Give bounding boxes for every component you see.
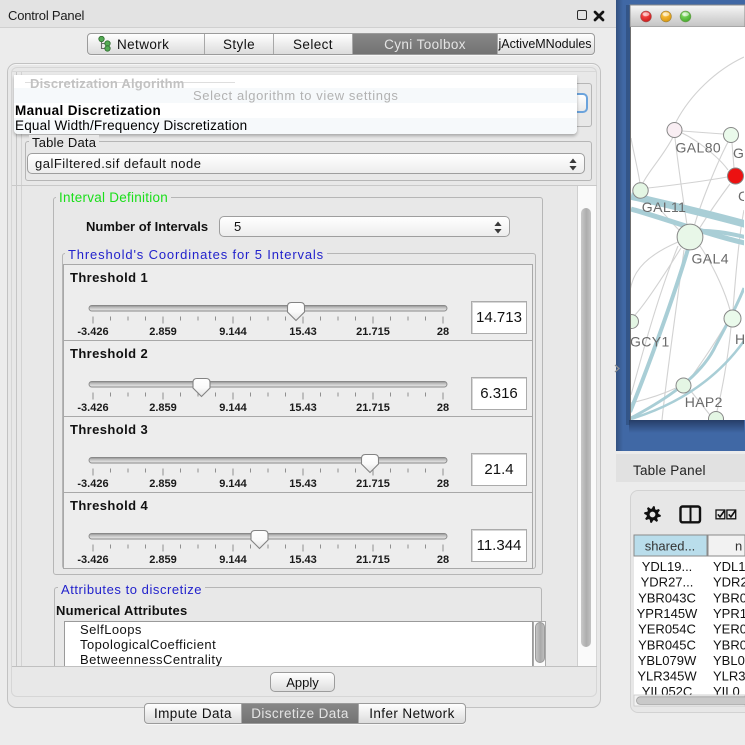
svg-text:21.715: 21.715 (356, 478, 390, 490)
svg-text:21.715: 21.715 (356, 402, 390, 414)
svg-text:15.43: 15.43 (289, 326, 317, 338)
svg-text:YPR1: YPR1 (713, 606, 745, 621)
svg-text:9.144: 9.144 (219, 478, 247, 490)
svg-text:2.859: 2.859 (149, 554, 177, 566)
svg-text:YBL079W: YBL079W (638, 653, 697, 668)
svg-text:GAL4: GAL4 (692, 251, 729, 267)
svg-text:H: H (735, 331, 745, 347)
svg-text:HAP2: HAP2 (685, 394, 723, 410)
svg-text:YPR145W: YPR145W (637, 606, 698, 621)
svg-text:GA: GA (733, 145, 745, 161)
svg-text:2.859: 2.859 (149, 326, 177, 338)
svg-text:YBL0: YBL0 (713, 653, 745, 668)
svg-text:9.144: 9.144 (219, 554, 247, 566)
svg-text:15.43: 15.43 (289, 478, 317, 490)
svg-text:2.859: 2.859 (149, 478, 177, 490)
svg-text:YDR2: YDR2 (713, 575, 745, 590)
svg-text:YDL1: YDL1 (713, 559, 745, 574)
svg-text:9.144: 9.144 (219, 402, 247, 414)
svg-text:YDR27...: YDR27... (641, 575, 694, 590)
svg-text:YBR045C: YBR045C (638, 637, 696, 652)
svg-text:2.859: 2.859 (149, 402, 177, 414)
svg-text:-3.426: -3.426 (77, 478, 108, 490)
svg-text:28: 28 (437, 554, 449, 566)
svg-text:28: 28 (437, 326, 449, 338)
svg-text:YBR043C: YBR043C (638, 590, 696, 605)
svg-text:21.715: 21.715 (356, 554, 390, 566)
svg-text:YLR3: YLR3 (713, 669, 745, 684)
svg-text:21.715: 21.715 (356, 326, 390, 338)
svg-text:C: C (738, 188, 745, 204)
svg-text:28: 28 (437, 402, 449, 414)
svg-text:YER0: YER0 (713, 622, 745, 637)
svg-text:-3.426: -3.426 (77, 326, 108, 338)
svg-text:28: 28 (437, 478, 449, 490)
svg-text:YER054C: YER054C (638, 622, 696, 637)
svg-text:YLR345W: YLR345W (637, 669, 697, 684)
svg-text:YDL19...: YDL19... (642, 559, 693, 574)
svg-text:GCY1: GCY1 (630, 334, 670, 350)
svg-text:YBR0: YBR0 (713, 590, 745, 605)
svg-text:shared...: shared... (645, 539, 696, 554)
svg-text:9.144: 9.144 (219, 326, 247, 338)
svg-text:-3.426: -3.426 (77, 554, 108, 566)
svg-text:-3.426: -3.426 (77, 402, 108, 414)
svg-text:GAL11: GAL11 (642, 199, 687, 215)
svg-text:15.43: 15.43 (289, 554, 317, 566)
svg-text:n: n (735, 539, 742, 554)
svg-text:GAL80: GAL80 (676, 140, 722, 156)
svg-text:15.43: 15.43 (289, 402, 317, 414)
svg-text:YBR0: YBR0 (713, 637, 745, 652)
